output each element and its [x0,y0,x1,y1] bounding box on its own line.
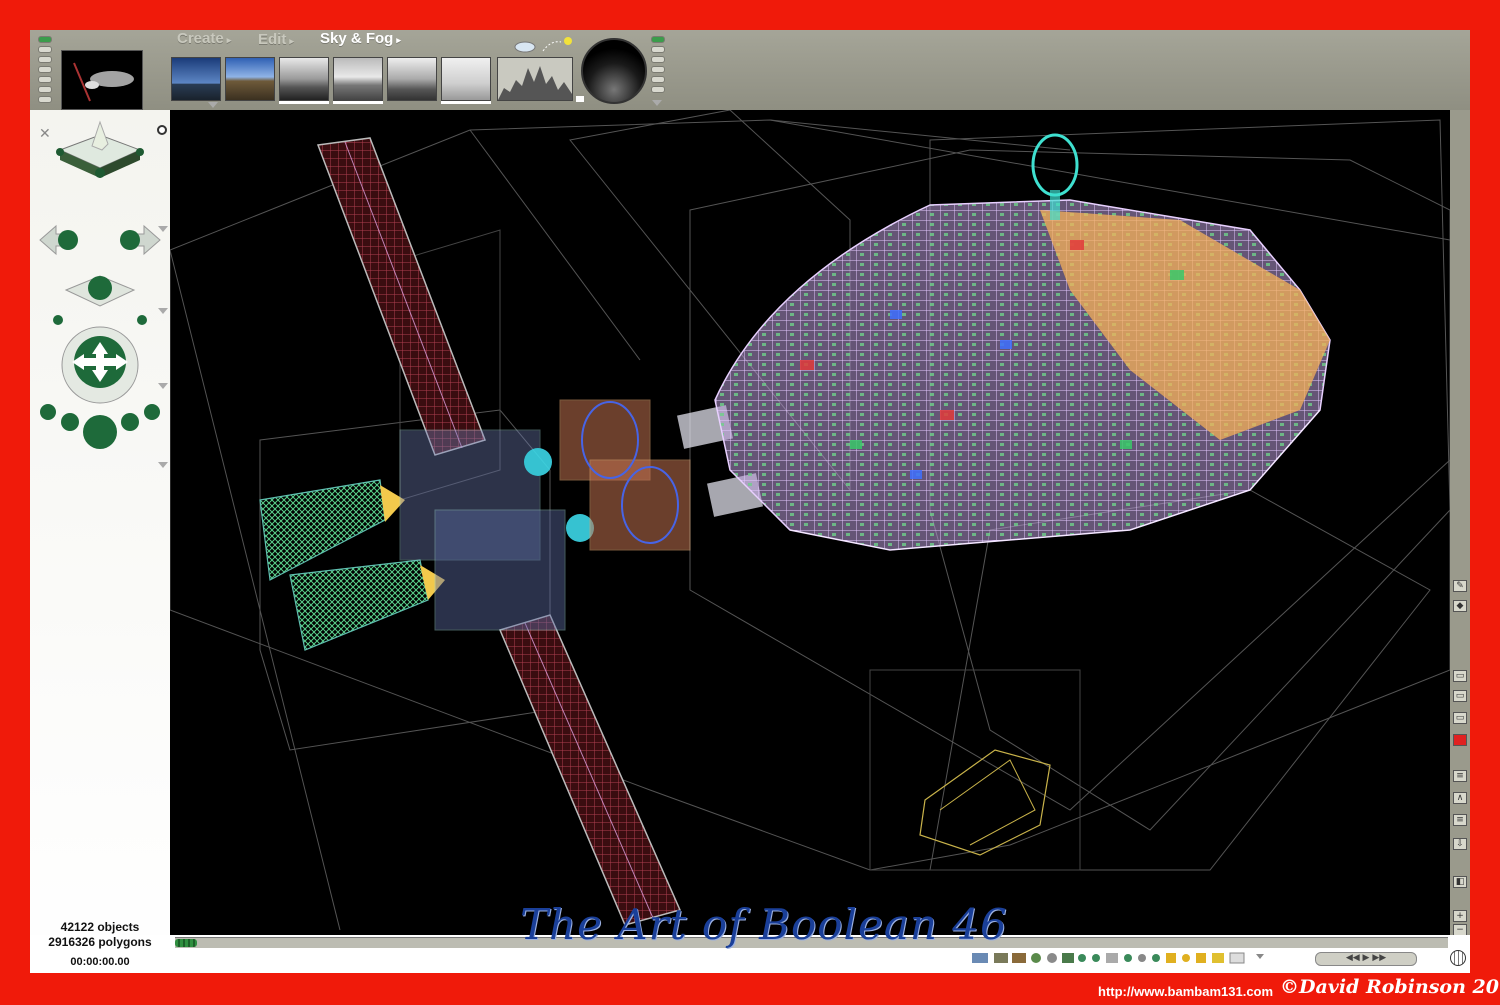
right-tool-strip: ✎ ◆ ▭ ▭ ▭ ≡ ∧ ≡ ⇩ ◧ + − [1450,110,1470,936]
led [38,66,52,73]
lower-solar-panel [498,614,682,926]
library-icons [972,952,1264,964]
timeline-scrubber[interactable] [175,939,197,947]
cube-icon[interactable]: ◧ [1453,876,1467,888]
watermark-title: The Art of Boolean 46 [520,900,1008,949]
status-led [38,36,52,43]
pencil-icon[interactable]: ✎ [1453,580,1467,592]
engine-nozzle-lower [289,559,429,651]
object-count: 42122 objects [60,920,140,934]
sky-preset-fog[interactable] [441,57,491,101]
yellow-wire-object [919,749,1051,856]
view-front-icon[interactable]: ▭ [1453,670,1467,682]
sky-preset-overcast[interactable] [333,57,383,101]
wireframe-scene [170,110,1450,931]
panel-menu-icon[interactable] [652,100,662,106]
mountain-icon[interactable]: ∧ [1453,792,1467,804]
led [651,46,665,53]
preview-ship-icon [73,62,134,102]
top-toolbar: Create ▸ Edit ▸ Sky & Fog ▸ [30,30,1470,116]
object-library-strip[interactable] [972,950,1272,966]
led [651,86,665,93]
eraser-icon[interactable]: ◆ [1453,600,1467,612]
sky-preset-deep-blue[interactable] [171,57,221,101]
led [38,96,52,103]
website-link[interactable]: http://www.bambam131.com [1098,984,1273,999]
copyright-signature: ©David Robinson 2010 [1280,976,1500,998]
layers-icon[interactable]: ≡ [1453,814,1467,826]
globe-icon[interactable] [1450,950,1466,966]
camera-controls-panel: ✕ [30,110,170,973]
upper-solar-panel [316,137,486,456]
import-icon[interactable]: ⇩ [1453,838,1467,850]
led [38,46,52,53]
rewind-icon[interactable]: ◀◀ [1346,953,1360,963]
led [651,66,665,73]
preset-selection-bar [333,101,383,104]
controls-menu-icon[interactable] [158,226,168,232]
move-xz-icon[interactable] [39,224,78,256]
polygon-count: 2916326 polygons [48,935,152,949]
terrain-histogram[interactable] [497,57,573,101]
scene-preview-thumbnail[interactable] [61,50,143,110]
preset-selection-bar [279,101,329,104]
nudge-left-icon[interactable] [53,315,63,325]
camera-select-icon[interactable] [157,125,167,135]
led [651,56,665,63]
cloud-icon[interactable] [513,36,573,56]
menu-edit[interactable]: Edit ▸ [258,31,294,48]
histogram-marker [576,96,584,102]
list-icon[interactable]: ≡ [1453,770,1467,782]
view-side-icon[interactable]: ▭ [1453,690,1467,702]
move-y-icon[interactable] [64,275,136,307]
record-icon[interactable] [1453,734,1467,746]
led [651,76,665,83]
3d-viewport[interactable] [170,110,1450,935]
menu-sky-fog[interactable]: Sky & Fog ▸ [320,30,401,47]
sky-preset-haze[interactable] [387,57,437,101]
controls-menu-icon[interactable] [158,462,168,468]
camera-controls-graphic: ✕ [39,120,167,449]
nudge-right-icon[interactable] [137,315,147,325]
forward-icon[interactable]: ▶▶ [1372,953,1386,963]
led [38,76,52,83]
controls-menu-icon[interactable] [158,308,168,314]
svg-text:✕: ✕ [39,126,51,142]
preset-selection-bar [441,101,491,104]
trackball-icon[interactable] [61,326,139,404]
zoom-balls-icon[interactable] [40,404,160,449]
engine-nozzle-upper [259,479,386,581]
trackball-platform-icon[interactable] [56,120,144,178]
camera-close-icon[interactable]: ✕ [39,126,51,142]
timecode: 00:00:00.00 [70,956,130,968]
histogram-icon [498,66,572,100]
sky-preset-menu-icon[interactable] [208,102,218,108]
sky-preset-grey-clouds[interactable] [279,57,329,101]
status-led [651,36,665,43]
move-xy-icon[interactable] [120,224,161,256]
menu-create[interactable]: Create ▸ [177,30,231,47]
scene-stats: 42122 objects 2916326 polygons [30,920,170,950]
led [38,86,52,93]
engine-assembly [399,399,763,631]
zoom-in-icon[interactable]: + [1453,910,1467,922]
playback-controls[interactable]: ◀◀ ▶ ▶▶ [1315,952,1417,966]
view-top-icon[interactable]: ▭ [1453,712,1467,724]
controls-menu-icon[interactable] [158,383,168,389]
play-icon[interactable]: ▶ [1363,953,1370,963]
led [38,56,52,63]
app-window: Create ▸ Edit ▸ Sky & Fog ▸ ✕ ✎ ◆ ▭ ▭ ▭ … [30,30,1470,973]
sky-preset-mountains[interactable] [225,57,275,101]
sun-position-ball[interactable] [581,38,647,104]
